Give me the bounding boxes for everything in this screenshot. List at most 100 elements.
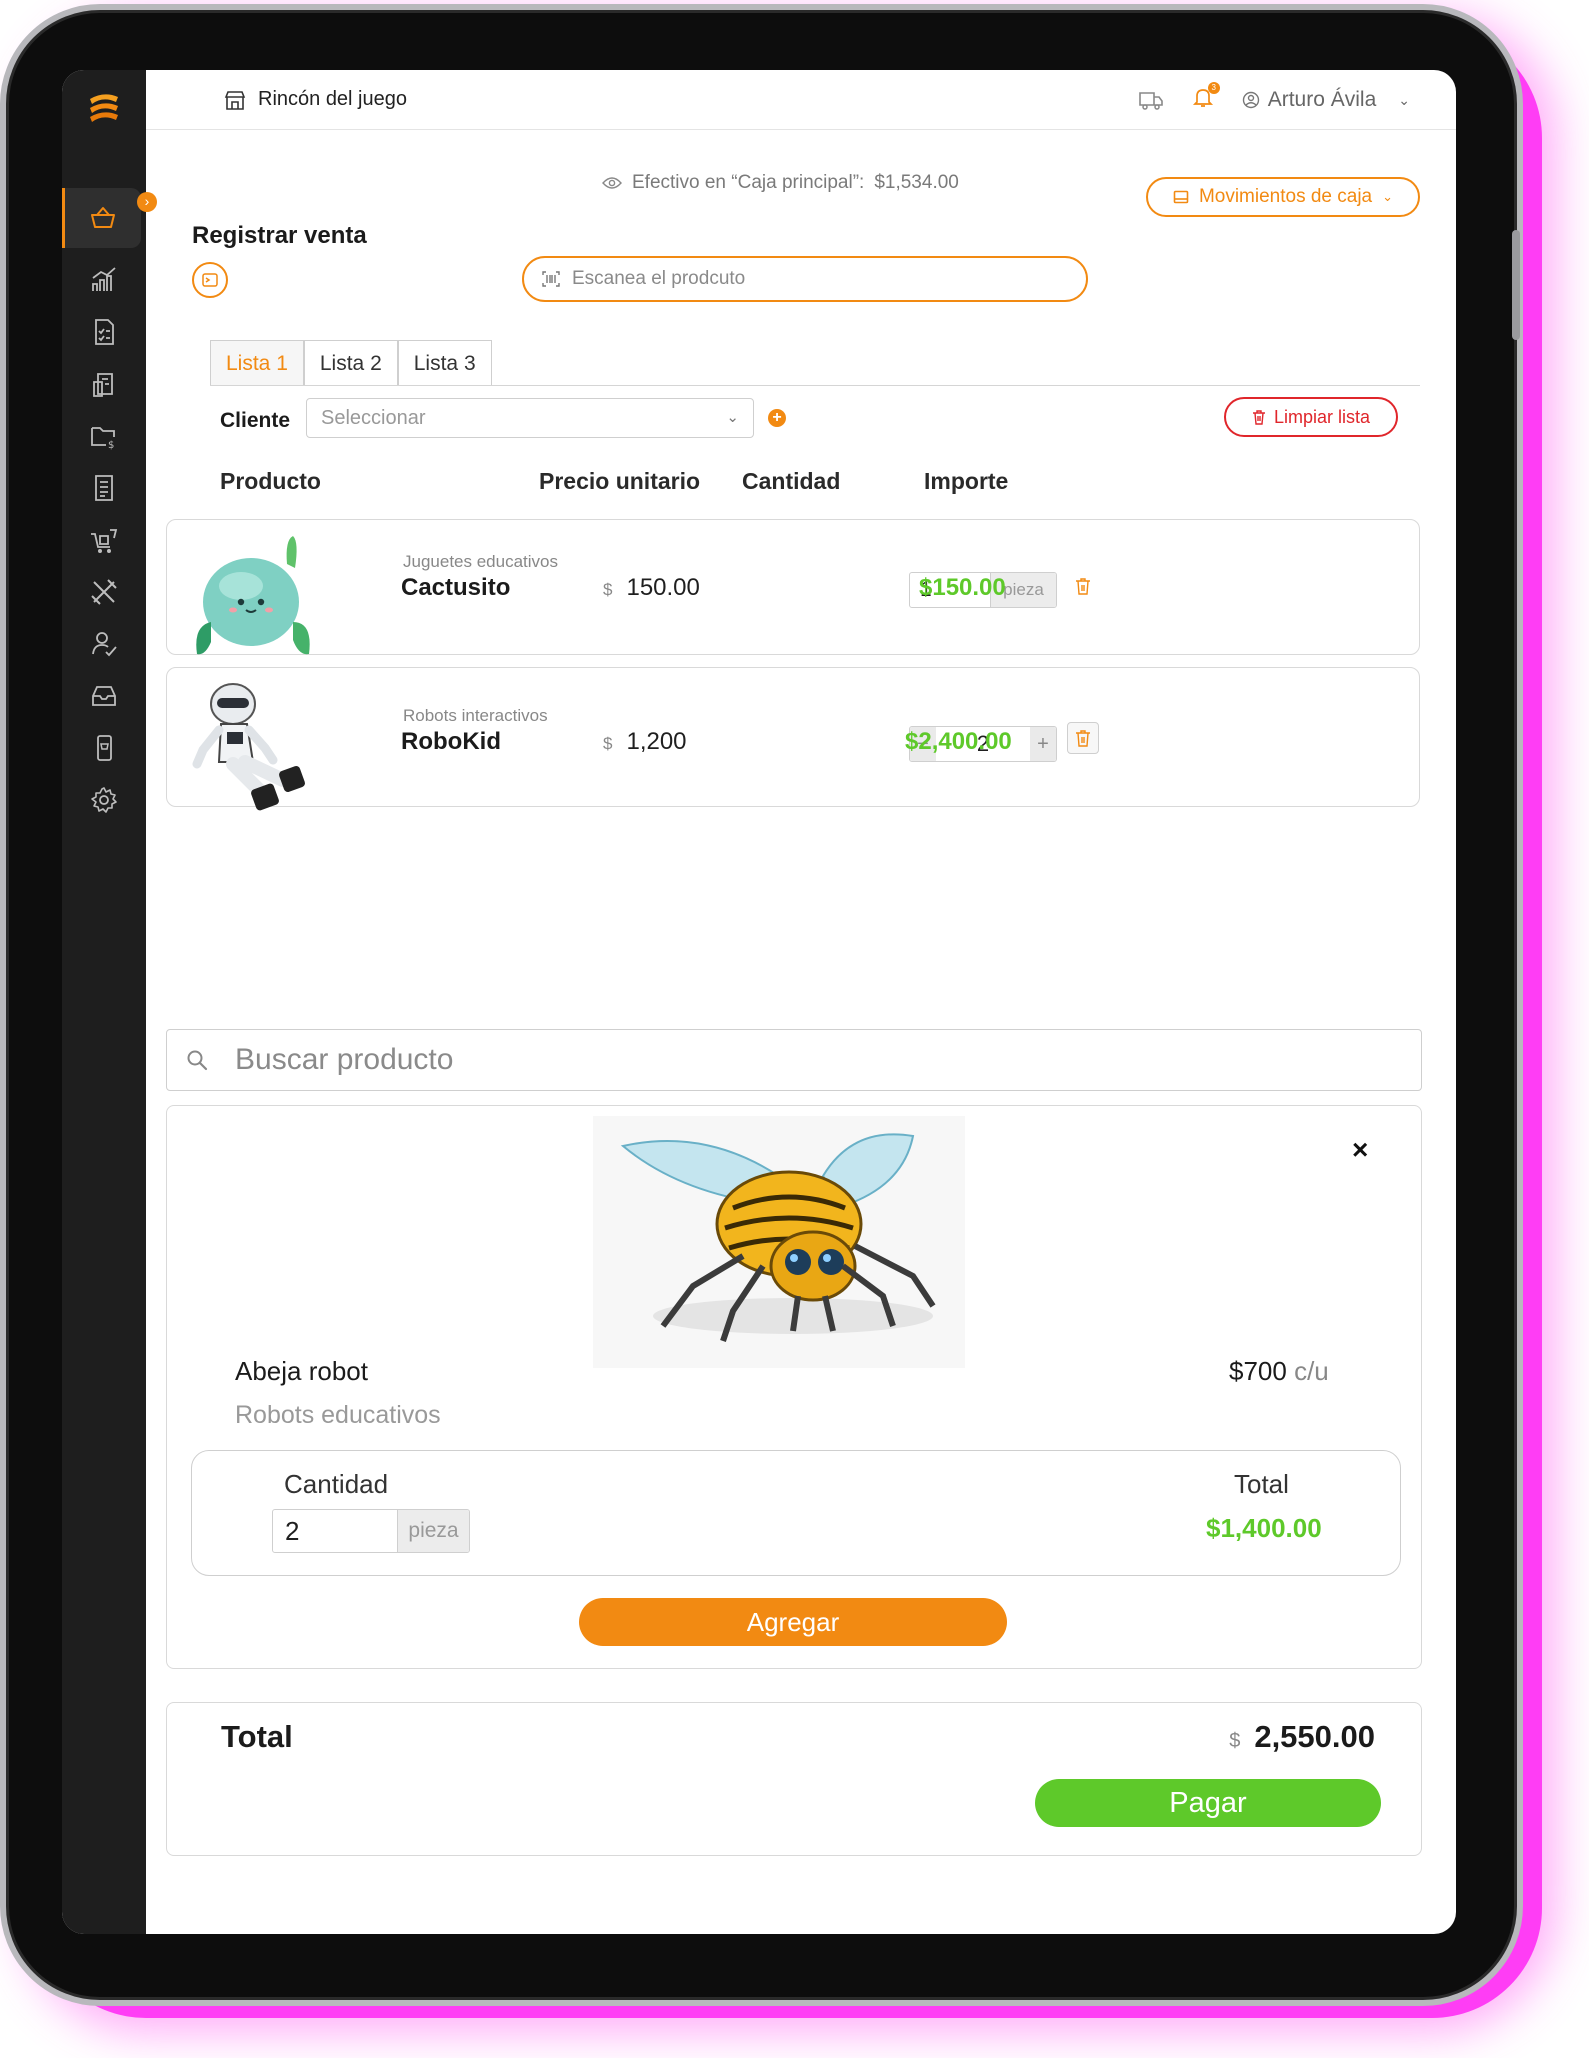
- ledger-icon: [95, 475, 113, 501]
- delivery-truck-icon[interactable]: [1138, 89, 1164, 111]
- svg-text:$: $: [108, 440, 114, 451]
- trash-icon: [1252, 410, 1265, 425]
- sidebar-item-inventory[interactable]: [62, 354, 146, 414]
- product-category: Robots interactivos: [403, 706, 548, 725]
- chart-icon: [92, 267, 116, 291]
- product-name: Cactusito: [401, 574, 511, 601]
- currency-symbol: $: [603, 734, 613, 753]
- sidebar-item-settings[interactable]: [62, 770, 146, 830]
- sidebar-item-analytics[interactable]: [62, 250, 146, 310]
- column-header-unit-price: Precio unitario: [539, 468, 701, 494]
- store-name: Rincón del juego: [258, 88, 407, 110]
- scanner-toggle-button[interactable]: [192, 262, 228, 298]
- app-screen: $ › Rincón del juego 3 Arturo Ávila ⌄ Ef…: [62, 70, 1456, 1934]
- sidebar-item-customers[interactable]: [62, 614, 146, 674]
- store-icon: [224, 90, 246, 110]
- cart-item: Juguetes educativos Cactusito $150.00 1 …: [166, 519, 1420, 655]
- product-unit-price: $150.00: [603, 574, 700, 602]
- pay-button[interactable]: Pagar: [1035, 1779, 1381, 1827]
- chevron-down-icon: ⌄: [1398, 91, 1410, 108]
- notifications-button[interactable]: 3: [1192, 82, 1220, 114]
- product-category: Juguetes educativos: [403, 552, 558, 571]
- app-logo: [90, 94, 118, 122]
- detail-total-value: $1,400.00: [1206, 1513, 1322, 1543]
- user-check-icon: [92, 632, 117, 657]
- tablet-side-button: [1512, 230, 1520, 340]
- clear-list-button[interactable]: Limpiar lista: [1224, 397, 1398, 437]
- inventory-icon: [93, 373, 113, 397]
- delete-item-button[interactable]: [1067, 722, 1099, 754]
- sidebar-item-mobile[interactable]: [62, 718, 146, 778]
- topbar-actions: 3 Arturo Ávila ⌄: [1138, 82, 1410, 114]
- eye-icon[interactable]: [602, 176, 622, 190]
- store-selector[interactable]: Rincón del juego: [224, 88, 407, 111]
- product-search-input[interactable]: Buscar producto: [166, 1029, 1422, 1091]
- cactus-toy-image: [196, 536, 310, 655]
- cash-movements-button[interactable]: Movimientos de caja ⌄: [1146, 177, 1420, 217]
- sidebar: $: [62, 70, 146, 1934]
- total-value: 2,550.00: [1254, 1719, 1375, 1754]
- page-title: Registrar venta: [192, 222, 367, 249]
- product-detail-panel: × Abeja robot Robots educativos $700 c/u…: [166, 1105, 1422, 1669]
- column-header-product: Producto: [220, 468, 321, 494]
- detail-product-category: Robots educativos: [235, 1401, 441, 1429]
- mobile-icon: [97, 735, 112, 761]
- quantity-input[interactable]: 2 pieza: [272, 1509, 470, 1553]
- increment-button[interactable]: +: [1030, 727, 1056, 761]
- cart-item: Robots interactivos RoboKid $1,200 − 2 +…: [166, 667, 1420, 811]
- cash-movements-label: Movimientos de caja: [1198, 186, 1373, 207]
- gear-icon: [91, 787, 117, 813]
- price-value: 1,200: [626, 728, 687, 755]
- add-to-list-button[interactable]: Agregar: [579, 1598, 1007, 1646]
- sidebar-collapse-button[interactable]: ›: [137, 192, 157, 212]
- sidebar-item-purchases[interactable]: [62, 510, 146, 570]
- quantity-unit: pieza: [397, 1510, 469, 1552]
- sidebar-item-sales[interactable]: [62, 188, 141, 248]
- client-select[interactable]: Seleccionar ⌄: [306, 398, 754, 438]
- cash-label: Efectivo en “Caja principal”:: [632, 172, 865, 193]
- sidebar-item-inbox[interactable]: [62, 666, 146, 726]
- cart-icon: [91, 529, 118, 553]
- sidebar-item-reports[interactable]: [62, 302, 146, 362]
- scan-product-input[interactable]: Escanea el prodcuto: [522, 256, 1088, 302]
- line-amount: $150.00: [919, 574, 1006, 601]
- quantity-value[interactable]: 2: [273, 1510, 397, 1552]
- main-content: Efectivo en “Caja principal”: $1,534.00 …: [146, 130, 1456, 1934]
- sidebar-item-services[interactable]: [62, 562, 146, 622]
- delete-item-button[interactable]: [1067, 570, 1099, 602]
- per-unit-label: c/u: [1294, 1356, 1329, 1386]
- scanner-icon: [202, 273, 218, 287]
- notification-badge: 3: [1207, 82, 1220, 94]
- product-unit-price: $1,200: [603, 728, 687, 756]
- quantity-total-box: Cantidad Total 2 pieza $1,400.00: [191, 1450, 1401, 1576]
- register-icon: [1173, 190, 1189, 204]
- tools-icon: [91, 579, 117, 605]
- user-avatar-icon: [1242, 91, 1259, 109]
- topbar: Rincón del juego 3 Arturo Ávila ⌄: [146, 70, 1456, 130]
- total-amount: $2,550.00: [1229, 1719, 1375, 1755]
- chevron-down-icon: ⌄: [1382, 189, 1394, 204]
- tab-lista-3[interactable]: Lista 3: [397, 340, 492, 386]
- close-detail-button[interactable]: ×: [1352, 1134, 1368, 1166]
- cash-balance: Efectivo en “Caja principal”: $1,534.00: [602, 172, 959, 194]
- report-icon: [95, 319, 114, 345]
- tab-lista-1[interactable]: Lista 1: [210, 340, 304, 386]
- client-placeholder: Seleccionar: [321, 407, 426, 429]
- currency-symbol: $: [1229, 1730, 1241, 1752]
- client-label: Cliente: [220, 409, 291, 432]
- user-menu[interactable]: Arturo Ávila ⌄: [1242, 88, 1410, 112]
- clear-list-label: Limpiar lista: [1273, 406, 1371, 427]
- total-label: Total: [1234, 1469, 1289, 1499]
- tabs-divider: [210, 385, 1420, 386]
- sidebar-item-ledger[interactable]: [62, 458, 146, 518]
- price-value: $700: [1229, 1356, 1287, 1386]
- basket-icon: [91, 207, 115, 228]
- scan-placeholder: Escanea el prodcuto: [572, 268, 746, 289]
- detail-product-name: Abeja robot: [235, 1356, 368, 1386]
- total-label: Total: [221, 1719, 293, 1754]
- detail-unit-price: $700 c/u: [1229, 1356, 1329, 1387]
- add-client-button[interactable]: +: [768, 409, 786, 427]
- search-icon: [187, 1050, 208, 1071]
- sidebar-item-finance[interactable]: $: [62, 406, 146, 466]
- tab-lista-2[interactable]: Lista 2: [303, 340, 398, 386]
